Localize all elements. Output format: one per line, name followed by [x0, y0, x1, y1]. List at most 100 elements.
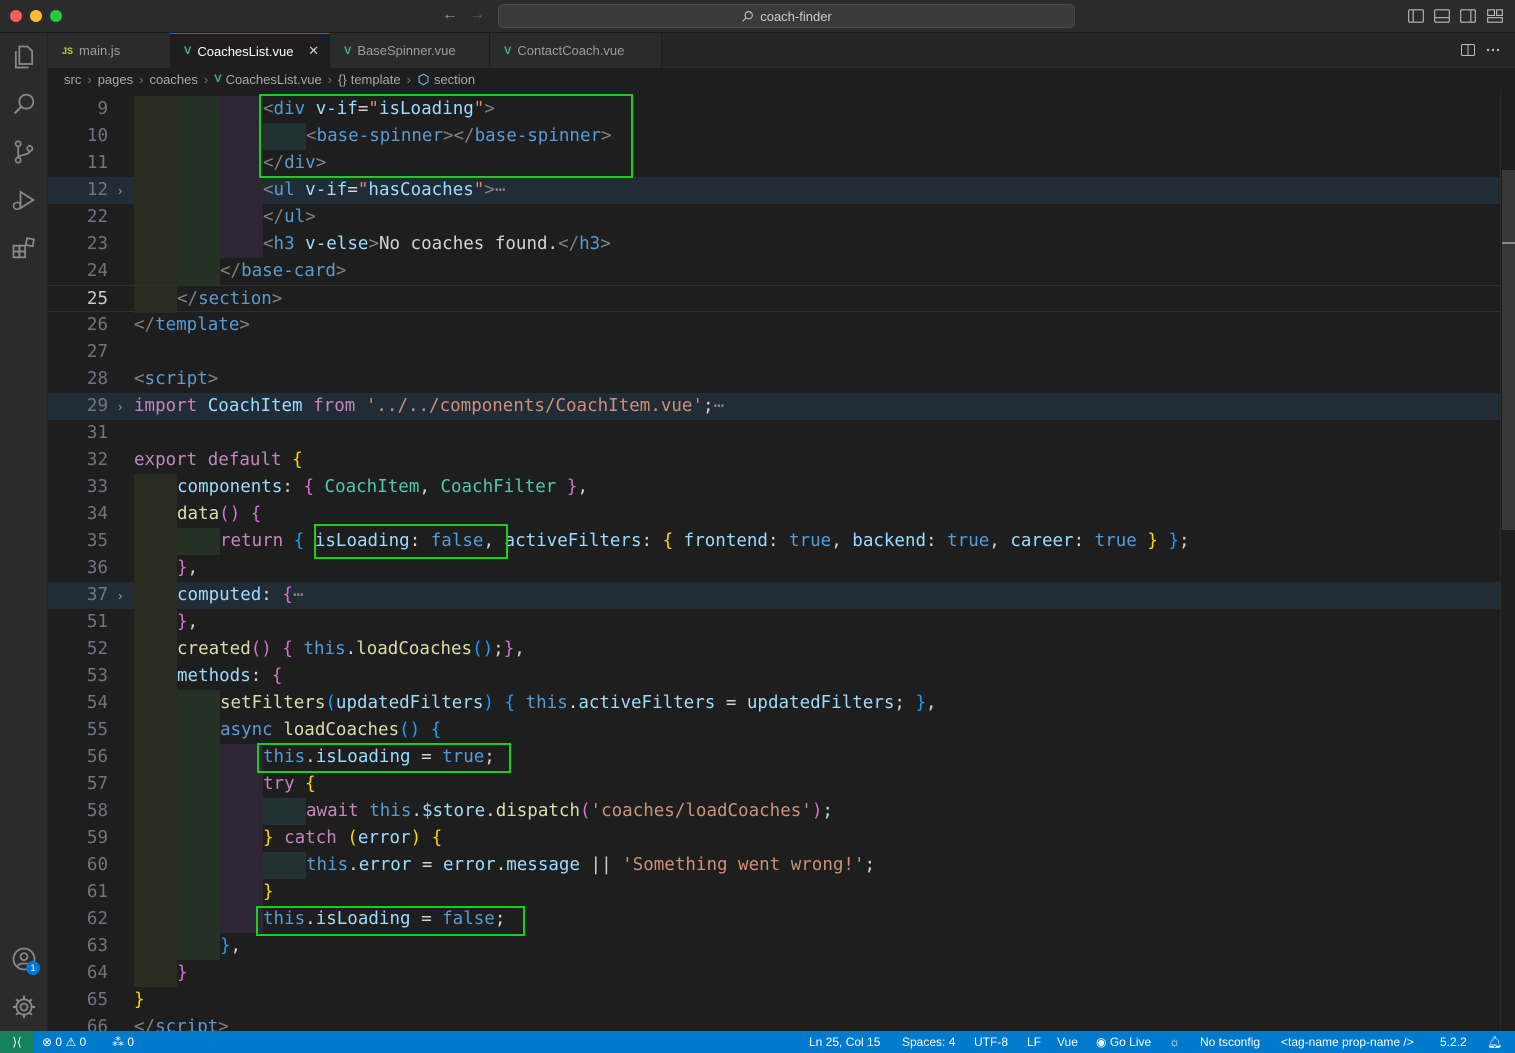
line-number[interactable]: 22 — [48, 204, 108, 231]
line-number[interactable]: 36 — [48, 555, 108, 582]
editor-scrollbar[interactable] — [1500, 90, 1515, 1031]
search-view-icon[interactable] — [10, 90, 38, 118]
line-number[interactable]: 64 — [48, 960, 108, 987]
code-line[interactable]: 25 </section> — [48, 285, 1500, 313]
breadcrumb-src[interactable]: src — [64, 72, 81, 87]
code-line[interactable]: 52 created() { this.loadCoaches();}, — [48, 636, 1500, 663]
fold-chevron-icon[interactable]: › — [118, 393, 122, 420]
line-number[interactable]: 25 — [48, 286, 108, 313]
code-line[interactable]: 23 <h3 v-else>No coaches found.</h3> — [48, 231, 1500, 258]
line-number[interactable]: 33 — [48, 474, 108, 501]
cursor-position[interactable]: Ln 25, Col 15 — [809, 1031, 880, 1053]
feedback-icon[interactable]: ☼ — [1169, 1031, 1180, 1053]
minimize-window-button[interactable] — [30, 10, 42, 22]
code-line[interactable]: 60 this.error = error.message || 'Somethi… — [48, 852, 1500, 879]
customize-layout-icon[interactable] — [1486, 7, 1504, 25]
code-line[interactable]: 32 export default { — [48, 447, 1500, 474]
breadcrumb-pages[interactable]: pages — [98, 72, 133, 87]
forward-arrow-icon[interactable]: → — [469, 6, 485, 24]
source-control-icon[interactable] — [10, 138, 38, 166]
line-number[interactable]: 31 — [48, 420, 108, 447]
code-line[interactable]: 35 return { isLoading: false, activeFilte… — [48, 528, 1500, 555]
more-actions-icon[interactable] — [1485, 42, 1501, 58]
code-line[interactable]: 37 › computed: {⋯ — [48, 582, 1500, 609]
end-of-line[interactable]: LF — [1027, 1031, 1041, 1053]
go-live-button[interactable]: ◉ Go Live — [1096, 1031, 1151, 1053]
tab-contact-coach-vue[interactable]: V ContactCoach.vue — [490, 33, 662, 68]
close-tab-icon[interactable]: ✕ — [308, 43, 319, 59]
line-number[interactable]: 29 — [48, 393, 108, 420]
code-line[interactable]: 29 › import CoachItem from '../../componen… — [48, 393, 1500, 420]
code-line[interactable]: 54 setFilters(updatedFilters) { this.acti… — [48, 690, 1500, 717]
line-number[interactable]: 51 — [48, 609, 108, 636]
code-line[interactable]: 55 async loadCoaches() { — [48, 717, 1500, 744]
line-number[interactable]: 61 — [48, 879, 108, 906]
maximize-window-button[interactable] — [50, 10, 62, 22]
toggle-panel-icon[interactable] — [1433, 7, 1451, 25]
breadcrumb-template[interactable]: template — [351, 72, 401, 87]
code-line[interactable]: 59} catch (error) { — [48, 825, 1500, 852]
line-number[interactable]: 57 — [48, 771, 108, 798]
remote-indicator-icon[interactable]: ⟩⟨ — [0, 1031, 34, 1053]
extensions-icon[interactable] — [10, 234, 38, 262]
code-line[interactable]: 51}, — [48, 609, 1500, 636]
tab-main-js[interactable]: JS main.js — [48, 33, 176, 68]
code-line[interactable]: 53 methods: { — [48, 663, 1500, 690]
code-line[interactable]: 61} — [48, 879, 1500, 906]
line-number[interactable]: 55 — [48, 717, 108, 744]
line-number[interactable]: 58 — [48, 798, 108, 825]
line-number[interactable]: 23 — [48, 231, 108, 258]
code-line[interactable]: 66 </script> — [48, 1014, 1500, 1031]
tag-name-casing[interactable]: <tag-name prop-name /> — [1281, 1031, 1414, 1053]
line-number[interactable]: 65 — [48, 987, 108, 1014]
notifications-bell-icon[interactable]: 🔔︎ — [1487, 1031, 1502, 1053]
settings-gear-icon[interactable] — [10, 993, 38, 1021]
run-debug-icon[interactable] — [10, 186, 38, 214]
line-number[interactable]: 10 — [48, 123, 108, 150]
close-window-button[interactable] — [10, 10, 22, 22]
tsconfig-status[interactable]: No tsconfig — [1200, 1031, 1260, 1053]
explorer-icon[interactable] — [10, 43, 38, 71]
code-line[interactable]: 63}, — [48, 933, 1500, 960]
line-number[interactable]: 28 — [48, 366, 108, 393]
code-line[interactable]: 26 </template> — [48, 312, 1500, 339]
code-line[interactable]: 28 <script> — [48, 366, 1500, 393]
back-arrow-icon[interactable]: ← — [442, 6, 458, 24]
command-center[interactable]: coach-finder — [498, 4, 1075, 28]
problems-indicator[interactable]: ⊗ 0 ⚠ 0 — [42, 1031, 86, 1053]
code-line[interactable]: 22 </ul> — [48, 204, 1500, 231]
line-number[interactable]: 24 — [48, 258, 108, 285]
breadcrumb-coaches[interactable]: coaches — [149, 72, 197, 87]
code-line[interactable]: 27 — [48, 339, 1500, 366]
scrollbar-thumb[interactable] — [1502, 170, 1515, 530]
fold-chevron-icon[interactable]: › — [118, 177, 122, 204]
code-line[interactable]: 33 components: { CoachItem, CoachFilter }… — [48, 474, 1500, 501]
line-number[interactable]: 62 — [48, 906, 108, 933]
toggle-secondary-sidebar-icon[interactable] — [1459, 7, 1477, 25]
line-number[interactable]: 9 — [48, 96, 108, 123]
breadcrumb-section[interactable]: section — [434, 72, 475, 87]
code-line[interactable]: 36}, — [48, 555, 1500, 582]
code-line[interactable]: 58 await this.$store.dispatch('coaches/lo… — [48, 798, 1500, 825]
line-number[interactable]: 63 — [48, 933, 108, 960]
tab-base-spinner-vue[interactable]: V BaseSpinner.vue — [330, 33, 490, 68]
line-number[interactable]: 60 — [48, 852, 108, 879]
code-line[interactable]: 64} — [48, 960, 1500, 987]
code-line[interactable]: 34 data() { — [48, 501, 1500, 528]
ports-indicator[interactable]: ⁂ 0 — [112, 1031, 134, 1053]
line-number[interactable]: 37 — [48, 582, 108, 609]
tab-coaches-list-vue[interactable]: V CoachesList.vue ✕ — [170, 33, 330, 68]
line-number[interactable]: 12 — [48, 177, 108, 204]
split-editor-icon[interactable] — [1460, 42, 1476, 58]
code-line[interactable]: 57 try { — [48, 771, 1500, 798]
code-line[interactable]: 12 › <ul v-if="hasCoaches">⋯ — [48, 177, 1500, 204]
line-number[interactable]: 34 — [48, 501, 108, 528]
line-number[interactable]: 66 — [48, 1014, 108, 1031]
breadcrumb-file[interactable]: CoachesList.vue — [226, 72, 322, 87]
line-number[interactable]: 53 — [48, 663, 108, 690]
line-number[interactable]: 56 — [48, 744, 108, 771]
line-number[interactable]: 11 — [48, 150, 108, 177]
fold-chevron-icon[interactable]: › — [118, 582, 122, 609]
line-number[interactable]: 26 — [48, 312, 108, 339]
encoding[interactable]: UTF-8 — [974, 1031, 1008, 1053]
